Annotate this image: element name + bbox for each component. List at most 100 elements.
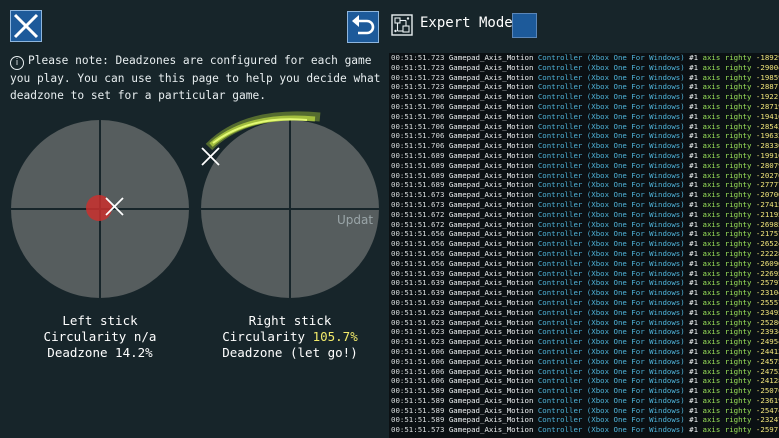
log-value: -23619 xyxy=(755,395,779,405)
log-index: #1 xyxy=(689,82,699,92)
log-axis: axis righty xyxy=(702,121,752,131)
log-event: Gamepad_Axis_Motion xyxy=(448,180,534,190)
log-value: -19916 xyxy=(755,150,779,160)
log-controller: Controller (Xbox One For Windows) xyxy=(537,288,685,298)
log-timestamp: 00:51:51.689 xyxy=(391,180,445,190)
log-value: -23247 xyxy=(755,415,779,425)
right-stick-deadzone-value: (let go!) xyxy=(290,345,358,360)
expert-mode-label: Expert Mode xyxy=(420,15,513,31)
log-event: Gamepad_Axis_Motion xyxy=(448,101,534,111)
log-controller: Controller (Xbox One For Windows) xyxy=(537,180,685,190)
left-stick-title: Left stick xyxy=(62,313,138,328)
log-index: #1 xyxy=(689,53,699,62)
log-controller: Controller (Xbox One For Windows) xyxy=(537,415,685,425)
log-value: -21757 xyxy=(755,229,779,239)
log-axis: axis righty xyxy=(702,346,752,356)
log-axis: axis righty xyxy=(702,395,752,405)
log-value: -26096 xyxy=(755,258,779,268)
close-icon xyxy=(13,13,39,39)
log-timestamp: 00:51:51.706 xyxy=(391,131,445,141)
log-axis: axis righty xyxy=(702,366,752,376)
log-controller: Controller (Xbox One For Windows) xyxy=(537,92,685,102)
log-controller: Controller (Xbox One For Windows) xyxy=(537,141,685,151)
log-row: 00:51:51.639 Gamepad_Axis_Motion Control… xyxy=(389,288,779,298)
log-timestamp: 00:51:51.706 xyxy=(391,92,445,102)
left-stick-circularity-value: n/a xyxy=(133,329,157,344)
close-button[interactable] xyxy=(10,10,42,42)
log-value: -25557 xyxy=(755,297,779,307)
log-value: -25797 xyxy=(755,278,779,288)
deadzone-note: i Please note: Deadzones are configured f… xyxy=(10,52,382,104)
log-axis: axis righty xyxy=(702,337,752,347)
log-value: -19221 xyxy=(755,92,779,102)
log-axis: axis righty xyxy=(702,258,752,268)
log-controller: Controller (Xbox One For Windows) xyxy=(537,395,685,405)
log-timestamp: 00:51:51.589 xyxy=(391,386,445,396)
log-timestamp: 00:51:51.656 xyxy=(391,248,445,258)
log-value: -24575 xyxy=(755,356,779,366)
log-event: Gamepad_Axis_Motion xyxy=(448,160,534,170)
log-value: -22695 xyxy=(755,268,779,278)
log-row: 00:51:51.689 Gamepad_Axis_Motion Control… xyxy=(389,151,779,161)
event-log[interactable]: 00:51:51.723 Gamepad_Axis_Motion Control… xyxy=(389,53,779,438)
left-stick-info: Left stick Circularity n/a Deadzone 14.2… xyxy=(10,313,190,361)
log-timestamp: 00:51:51.706 xyxy=(391,101,445,111)
log-timestamp: 00:51:51.639 xyxy=(391,288,445,298)
log-value: -25971 xyxy=(755,425,779,435)
log-timestamp: 00:51:51.573 xyxy=(391,425,445,435)
log-timestamp: 00:51:51.689 xyxy=(391,160,445,170)
log-row: 00:51:51.606 Gamepad_Axis_Motion Control… xyxy=(389,357,779,367)
back-arrow-icon xyxy=(352,15,375,35)
log-timestamp: 00:51:51.606 xyxy=(391,376,445,386)
log-event: Gamepad_Axis_Motion xyxy=(448,297,534,307)
log-index: #1 xyxy=(689,405,699,415)
log-axis: axis righty xyxy=(702,248,752,258)
log-index: #1 xyxy=(689,62,699,72)
log-row: 00:51:51.706 Gamepad_Axis_Motion Control… xyxy=(389,131,779,141)
log-controller: Controller (Xbox One For Windows) xyxy=(537,297,685,307)
log-value: -20270 xyxy=(755,170,779,180)
expert-mode-toggle[interactable] xyxy=(512,13,537,38)
log-row: 00:51:51.656 Gamepad_Axis_Motion Control… xyxy=(389,259,779,269)
right-stick-position-marker xyxy=(201,147,220,166)
log-value: -26524 xyxy=(755,239,779,249)
log-row: 00:51:51.639 Gamepad_Axis_Motion Control… xyxy=(389,269,779,279)
log-event: Gamepad_Axis_Motion xyxy=(448,376,534,386)
log-row: 00:51:51.706 Gamepad_Axis_Motion Control… xyxy=(389,112,779,122)
log-controller: Controller (Xbox One For Windows) xyxy=(537,258,685,268)
log-timestamp: 00:51:51.673 xyxy=(391,199,445,209)
log-axis: axis righty xyxy=(702,53,752,62)
log-controller: Controller (Xbox One For Windows) xyxy=(537,278,685,288)
log-value: -25286 xyxy=(755,317,779,327)
log-timestamp: 00:51:51.639 xyxy=(391,278,445,288)
log-controller: Controller (Xbox One For Windows) xyxy=(537,160,685,170)
log-controller: Controller (Xbox One For Windows) xyxy=(537,190,685,200)
circuit-board-icon xyxy=(391,14,413,36)
log-controller: Controller (Xbox One For Windows) xyxy=(537,386,685,396)
log-index: #1 xyxy=(689,131,699,141)
log-axis: axis righty xyxy=(702,307,752,317)
log-controller: Controller (Xbox One For Windows) xyxy=(537,248,685,258)
log-axis: axis righty xyxy=(702,229,752,239)
log-timestamp: 00:51:51.606 xyxy=(391,356,445,366)
log-axis: axis righty xyxy=(702,288,752,298)
right-stick-circularity-value: 105.7% xyxy=(312,329,358,344)
log-axis: axis righty xyxy=(702,141,752,151)
log-axis: axis righty xyxy=(702,190,752,200)
log-row: 00:51:51.656 Gamepad_Axis_Motion Control… xyxy=(389,249,779,259)
log-timestamp: 00:51:51.689 xyxy=(391,170,445,180)
log-index: #1 xyxy=(689,395,699,405)
log-row: 00:51:51.723 Gamepad_Axis_Motion Control… xyxy=(389,82,779,92)
log-event: Gamepad_Axis_Motion xyxy=(448,337,534,347)
log-row: 00:51:51.589 Gamepad_Axis_Motion Control… xyxy=(389,415,779,425)
log-timestamp: 00:51:51.723 xyxy=(391,62,445,72)
log-axis: axis righty xyxy=(702,386,752,396)
log-event: Gamepad_Axis_Motion xyxy=(448,288,534,298)
log-controller: Controller (Xbox One For Windows) xyxy=(537,356,685,366)
log-axis: axis righty xyxy=(702,82,752,92)
back-button[interactable] xyxy=(347,11,379,43)
update-overlay-text: Updat xyxy=(337,213,374,227)
log-axis: axis righty xyxy=(702,268,752,278)
log-event: Gamepad_Axis_Motion xyxy=(448,425,534,435)
log-row: 00:51:51.623 Gamepad_Axis_Motion Control… xyxy=(389,327,779,337)
